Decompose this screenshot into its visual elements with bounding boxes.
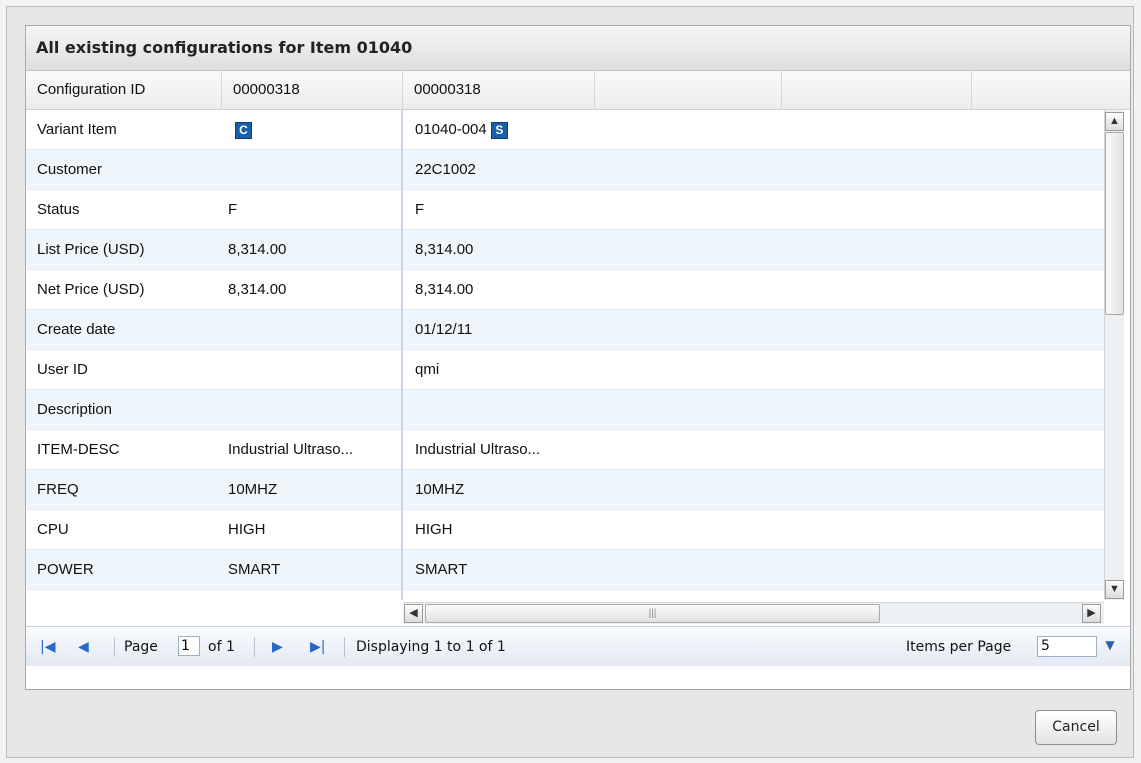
row-value: 10MHZ — [228, 481, 278, 498]
scroll-down-icon[interactable]: ▼ — [1105, 580, 1124, 599]
row-value: qmi — [415, 361, 440, 378]
scroll-up-icon[interactable]: ▲ — [1105, 112, 1124, 131]
row-value: F — [415, 201, 425, 218]
table-row: qmi — [403, 350, 1104, 390]
row-label: List Price (USD) — [37, 241, 145, 258]
row-label: FREQ — [37, 481, 79, 498]
row-label: ITEM-DESC — [37, 441, 120, 458]
configurations-dialog: All existing configurations for Item 010… — [6, 6, 1134, 758]
items-per-page-select[interactable]: 5 ▼ — [1037, 636, 1115, 657]
last-page-icon[interactable]: ▶| — [310, 627, 325, 667]
row-value: 8,314.00 — [415, 281, 474, 298]
pagination-toolbar: |◀ ◀ Page of 1 ▶ ▶| Displaying 1 to 1 of… — [26, 626, 1130, 666]
table-row: ITEM-DESC Industrial Ultraso... — [26, 430, 401, 470]
row-label: Description — [37, 401, 113, 418]
table-row: 8,314.00 — [403, 230, 1104, 270]
horizontal-scroll-thumb[interactable]: ||| — [425, 604, 880, 623]
column-header-config-1[interactable]: 00000318 — [222, 71, 403, 109]
row-value: 8,314.00 — [228, 241, 287, 258]
vertical-scrollbar[interactable]: ▲ ▼ — [1104, 110, 1124, 600]
row-value: 8,314.00 — [228, 281, 287, 298]
scroll-left-icon[interactable]: ◀ — [404, 604, 423, 623]
table-row: SMART — [403, 550, 1104, 590]
table-row: Net Price (USD) 8,314.00 — [26, 270, 401, 310]
prev-page-icon[interactable]: ◀ — [78, 627, 89, 667]
table-row: 10MHZ — [403, 470, 1104, 510]
page-number-input[interactable] — [178, 636, 200, 656]
configurations-panel: All existing configurations for Item 010… — [25, 25, 1131, 690]
row-value: SMART — [415, 561, 468, 578]
row-value-variant: 01040-004 S — [415, 110, 508, 150]
row-value: F — [228, 201, 238, 218]
row-label: CPU — [37, 521, 69, 538]
row-value: Industrial Ultraso... — [228, 441, 354, 458]
table-row: F — [403, 190, 1104, 230]
row-value: HIGH — [415, 521, 453, 538]
row-value: HIGH — [228, 521, 266, 538]
row-label: Status — [37, 201, 80, 218]
page-label: Page — [124, 639, 158, 655]
row-value: Industrial Ultraso... — [415, 441, 541, 458]
row-value: 01/12/11 — [415, 321, 473, 338]
table-row: 8,314.00 — [403, 270, 1104, 310]
vertical-scroll-thumb[interactable] — [1105, 132, 1124, 315]
table-row: User ID — [26, 350, 401, 390]
table-row: List Price (USD) 8,314.00 — [26, 230, 401, 270]
toolbar-separator — [114, 637, 115, 657]
table-row: Industrial Ultraso... — [403, 430, 1104, 470]
page-count-label: of 1 — [208, 639, 235, 655]
next-page-icon[interactable]: ▶ — [272, 627, 283, 667]
table-row: Variant Item C — [26, 110, 401, 150]
first-page-icon[interactable]: |◀ — [40, 627, 55, 667]
label-column: Variant Item C Customer Status F List Pr… — [26, 110, 403, 600]
table-row: Description — [26, 390, 401, 430]
displaying-status: Displaying 1 to 1 of 1 — [356, 639, 506, 655]
column-header-empty-3 — [972, 71, 1132, 109]
table-row: POWER SMART — [26, 550, 401, 590]
toolbar-separator — [344, 637, 345, 657]
row-label: Customer — [37, 161, 103, 178]
row-value: 10MHZ — [415, 481, 465, 498]
dialog-title: All existing configurations for Item 010… — [26, 26, 1130, 71]
table-row: 01040-004 S — [403, 110, 1104, 150]
column-header-empty-1 — [595, 71, 782, 109]
table-row: 22C1002 — [403, 150, 1104, 190]
configured-badge-icon[interactable]: C — [235, 110, 252, 150]
value-column: 01040-004 S 22C1002 F 8,314.00 8,314.00 … — [403, 110, 1104, 600]
row-label: Net Price (USD) — [37, 281, 145, 298]
column-header-label: Configuration ID — [26, 71, 222, 109]
table-row: CPU HIGH — [26, 510, 401, 550]
row-label: Variant Item — [37, 121, 117, 138]
scroll-right-icon[interactable]: ▶ — [1082, 604, 1101, 623]
row-label: POWER — [37, 561, 94, 578]
toolbar-separator — [254, 637, 255, 657]
row-value: SMART — [228, 561, 281, 578]
chevron-down-icon[interactable]: ▼ — [1098, 636, 1122, 657]
table-row: 01/12/11 — [403, 310, 1104, 350]
config-grid: Variant Item C Customer Status F List Pr… — [26, 110, 1104, 600]
table-row: HIGH — [403, 510, 1104, 550]
cancel-button[interactable]: Cancel — [1035, 710, 1117, 745]
column-header-empty-2 — [782, 71, 972, 109]
items-per-page-label: Items per Page — [906, 639, 1012, 655]
table-row — [403, 390, 1104, 430]
row-label: User ID — [37, 361, 88, 378]
row-label: Create date — [37, 321, 116, 338]
horizontal-scrollbar[interactable]: ◀ ||| ▶ — [403, 602, 1104, 624]
table-row: FREQ 10MHZ — [26, 470, 401, 510]
row-value: 8,314.00 — [415, 241, 474, 258]
row-value: 22C1002 — [415, 161, 476, 178]
column-header-config-2[interactable]: 00000318 — [403, 71, 595, 109]
table-row: Customer — [26, 150, 401, 190]
column-header-row: Configuration ID 00000318 00000318 — [26, 71, 1130, 110]
table-row: Create date — [26, 310, 401, 350]
saved-badge-icon[interactable]: S — [490, 121, 508, 139]
table-row: Status F — [26, 190, 401, 230]
